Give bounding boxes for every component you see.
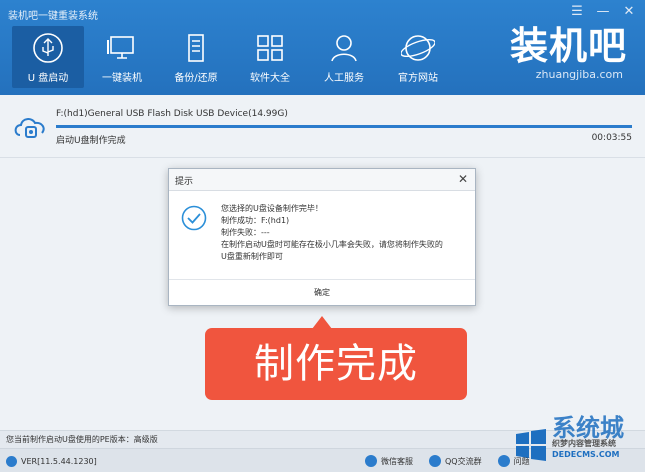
person-icon [331,35,357,62]
elapsed-time: 00:03:55 [591,133,632,143]
globe-icon [401,35,435,61]
watermark: 系统城 织梦内容管理系统 DEDECMS.COM [512,408,645,472]
usb-drive-icon [14,118,45,138]
message-line: 您选择的U盘设备制作完毕！ [221,204,323,213]
callout-text: 制作完成 [254,341,418,387]
nav-item-software[interactable]: 软件大全 [234,26,306,88]
help-icon [497,455,510,467]
nav-label: U 盘启动 [27,73,69,84]
menu-icon[interactable]: ☰ [569,4,585,20]
qq-icon [429,455,441,467]
pe-version-info: 您当前制作启动U盘使用的PE版本：高级版 [6,435,158,444]
close-icon[interactable]: ✕ [458,172,468,186]
callout-banner: 制作完成 [205,328,467,400]
backup-icon [188,34,204,62]
dialog-header: 提示 ✕ [169,169,475,191]
brand-logo: 装机吧 zhuangjiba.com [510,24,627,81]
main-nav: U 盘启动 一键装机 备份/还原 软件大全 人工服务 官方网站 [12,26,456,88]
wechat-support-link[interactable]: 微信客服 [365,455,413,467]
message-line: 制作失败：--- [221,228,270,237]
minimize-icon[interactable]: — [595,4,611,20]
usb-icon [33,33,63,63]
prompt-dialog: 提示 ✕ 您选择的U盘设备制作完毕！ 制作成功：F:(hd1) 制作失败：---… [168,168,476,306]
window-controls: ☰ — ✕ [569,4,637,20]
monitor-icon [107,36,134,59]
nav-item-one-click-install[interactable]: 一键装机 [86,26,158,88]
app-header: 装机吧一键重装系统 ☰ — ✕ U 盘启动 一键装机 备份/还原 软件大全 人工… [0,0,645,95]
device-row: F:(hd1)General USB Flash Disk USB Device… [14,105,634,153]
nav-label: 备份/还原 [174,73,218,84]
dialog-title: 提示 [175,177,194,187]
qq-group-link[interactable]: QQ交流群 [429,455,482,467]
nav-item-website[interactable]: 官方网站 [382,26,454,88]
apps-grid-icon [257,35,283,61]
device-name: F:(hd1)General USB Flash Disk USB Device… [56,109,288,119]
brand-name: 装机吧 [509,24,627,68]
check-circle-icon [181,205,207,231]
nav-label: 官方网站 [398,73,438,84]
close-icon[interactable]: ✕ [621,4,637,20]
divider [0,157,645,158]
windows-logo-icon [516,429,546,461]
version-info: VER[11.5.44.1230] [6,456,97,467]
nav-item-support[interactable]: 人工服务 [308,26,380,88]
nav-item-backup-restore[interactable]: 备份/还原 [160,26,232,88]
link-label: QQ交流群 [445,456,482,466]
message-line: 在制作启动U盘时可能存在极小几率会失败，请您将制作失败的 [221,240,443,249]
progress-fill [56,125,632,128]
nav-label: 软件大全 [250,73,290,84]
info-icon [6,456,17,467]
dialog-body: 您选择的U盘设备制作完毕！ 制作成功：F:(hd1) 制作失败：--- 在制作启… [169,191,475,279]
ok-button[interactable]: 确定 [169,279,475,305]
nav-item-usb-boot[interactable]: U 盘启动 [12,26,84,88]
device-status: 启动U盘制作完成 [56,136,126,146]
link-label: 微信客服 [381,456,413,466]
support-links: 微信客服 QQ交流群 问题 [365,455,530,467]
dialog-message: 您选择的U盘设备制作完毕！ 制作成功：F:(hd1) 制作失败：--- 在制作启… [221,203,443,263]
window-title: 装机吧一键重装系统 [8,11,98,22]
nav-label: 一键装机 [102,73,142,84]
version-text: VER[11.5.44.1230] [21,457,97,466]
progress-bar [56,125,632,128]
message-line: U盘重新制作即可 [221,252,283,261]
brand-url: zhuangjiba.com [535,68,623,81]
watermark-sub: 织梦内容管理系统 [552,439,616,448]
message-line: 制作成功：F:(hd1) [221,216,290,225]
watermark-url: DEDECMS.COM [552,450,620,459]
wechat-icon [365,455,377,467]
nav-label: 人工服务 [324,73,364,84]
